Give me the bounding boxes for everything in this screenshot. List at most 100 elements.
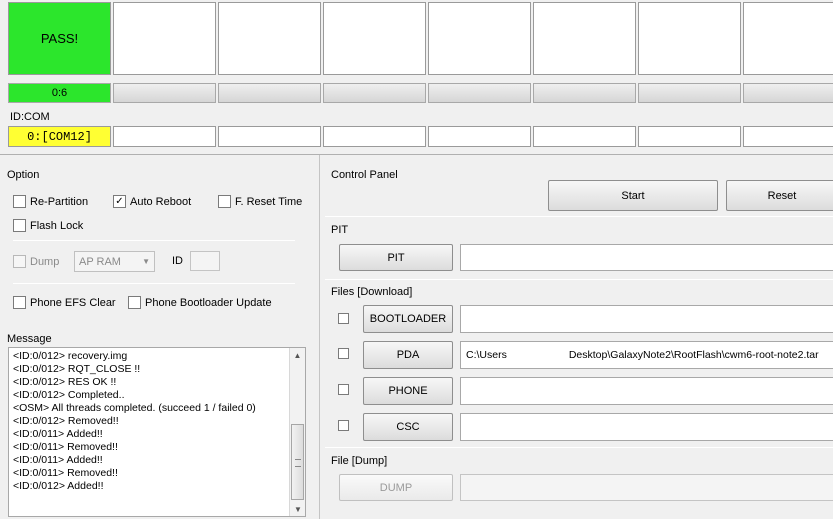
port-status-cell-2 [113, 2, 216, 75]
csc-button[interactable]: CSC [363, 413, 453, 441]
phone-bootloader-update-label: Phone Bootloader Update [145, 296, 272, 309]
com-port-6 [533, 126, 636, 147]
auto-reboot-label: Auto Reboot [130, 195, 192, 208]
com-port-1: 0:[COM12] [8, 126, 111, 147]
dump-path-field [460, 474, 833, 501]
port-status-cell-4 [323, 2, 426, 75]
port-status-cell-7 [638, 2, 741, 75]
port-progress-6 [533, 83, 636, 103]
id-field [190, 251, 220, 271]
dump-type-select: AP RAM ▼ [74, 251, 155, 272]
phone-bootloader-update-option[interactable]: Phone Bootloader Update [128, 296, 272, 309]
port-status-cell-6 [533, 2, 636, 75]
com-port-8 [743, 126, 833, 147]
port-progress-4 [323, 83, 426, 103]
f-reset-time-option[interactable]: F. Reset Time [218, 195, 302, 208]
phone-bootloader-update-checkbox[interactable] [128, 296, 141, 309]
message-scrollbar[interactable]: ▲ ▼ [289, 348, 305, 516]
port-status-cell-1: PASS! [8, 2, 111, 75]
chevron-down-icon: ▼ [142, 257, 150, 266]
port-status-cell-3 [218, 2, 321, 75]
pit-path-field[interactable] [460, 244, 833, 271]
scroll-thumb[interactable] [291, 424, 304, 500]
pda-path-prefix: C:\Users [466, 349, 507, 361]
grip-icon [295, 459, 301, 467]
com-port-4 [323, 126, 426, 147]
progress-label: 0:6 [51, 87, 68, 99]
pda-checkbox[interactable] [338, 348, 349, 359]
pda-path-suffix: Desktop\GalaxyNote2\RootFlash\cwm6-root-… [568, 349, 819, 361]
pda-button[interactable]: PDA [363, 341, 453, 369]
dump-checkbox [13, 255, 26, 268]
com-port-3 [218, 126, 321, 147]
start-button[interactable]: Start [548, 180, 718, 211]
top-divider [0, 154, 833, 155]
message-log[interactable]: <ID:0/012> recovery.img <ID:0/012> RQT_C… [8, 347, 306, 517]
port-progress-1: 0:6 [8, 83, 111, 103]
dump-button: DUMP [339, 474, 453, 501]
control-separator-3 [325, 447, 833, 448]
re-partition-checkbox[interactable] [13, 195, 26, 208]
phone-efs-clear-label: Phone EFS Clear [30, 296, 116, 309]
log-line: <OSM> All threads completed. (succeed 1 … [13, 402, 256, 414]
scroll-up-arrow-icon[interactable]: ▲ [290, 348, 305, 362]
log-line: <ID:0/012> Completed.. [13, 389, 125, 401]
pit-title: PIT [331, 224, 349, 236]
auto-reboot-checkbox[interactable]: ✓ [113, 195, 126, 208]
phone-button[interactable]: PHONE [363, 377, 453, 405]
log-line: <ID:0/011> Added!! [13, 428, 103, 440]
phone-path-field[interactable] [460, 377, 833, 405]
phone-checkbox[interactable] [338, 384, 349, 395]
phone-efs-clear-checkbox[interactable] [13, 296, 26, 309]
bootloader-button[interactable]: BOOTLOADER [363, 305, 453, 333]
port-progress-7 [638, 83, 741, 103]
flash-lock-option[interactable]: Flash Lock [13, 219, 83, 232]
scroll-down-arrow-icon[interactable]: ▼ [290, 502, 305, 516]
log-line: <ID:0/012> RES OK !! [13, 376, 117, 388]
pda-path-field[interactable]: C:\Users Desktop\GalaxyNote2\RootFlash\c… [460, 341, 833, 369]
bootloader-path-field[interactable] [460, 305, 833, 333]
port-status-cell-5 [428, 2, 531, 75]
port-progress-5 [428, 83, 531, 103]
file-dump-title: File [Dump] [331, 455, 388, 467]
bootloader-checkbox[interactable] [338, 313, 349, 324]
auto-reboot-option[interactable]: ✓ Auto Reboot [113, 195, 191, 208]
flash-lock-label: Flash Lock [30, 219, 84, 232]
pass-label: PASS! [40, 31, 79, 46]
log-line: <ID:0/011> Added!! [13, 454, 103, 466]
re-partition-option[interactable]: Re-Partition [13, 195, 88, 208]
re-partition-label: Re-Partition [30, 195, 89, 208]
log-line: <ID:0/012> RQT_CLOSE !! [13, 363, 141, 375]
phone-efs-clear-option[interactable]: Phone EFS Clear [13, 296, 116, 309]
files-download-title: Files [Download] [331, 286, 413, 298]
f-reset-time-checkbox[interactable] [218, 195, 231, 208]
port-status-cell-8 [743, 2, 833, 75]
com-port-value: 0:[COM12] [27, 129, 92, 144]
port-progress-8 [743, 83, 833, 103]
com-port-5 [428, 126, 531, 147]
dump-type-value: AP RAM [79, 255, 121, 268]
log-line: <ID:0/012> recovery.img [13, 350, 128, 362]
port-progress-3 [218, 83, 321, 103]
pit-button[interactable]: PIT [339, 244, 453, 271]
redaction-block [506, 348, 569, 362]
pane-divider [319, 155, 320, 519]
option-title: Option [7, 169, 40, 181]
control-panel-title: Control Panel [331, 169, 398, 181]
csc-checkbox[interactable] [338, 420, 349, 431]
log-line: <ID:0/011> Removed!! [13, 467, 118, 479]
log-line: <ID:0/012> Removed!! [13, 415, 119, 427]
reset-button[interactable]: Reset [726, 180, 833, 211]
f-reset-time-label: F. Reset Time [235, 195, 303, 208]
control-separator-1 [325, 216, 833, 217]
csc-path-field[interactable] [460, 413, 833, 441]
id-label: ID [172, 255, 183, 267]
id-com-label: ID:COM [10, 111, 50, 123]
option-separator-2 [13, 283, 295, 284]
port-progress-2 [113, 83, 216, 103]
dump-label: Dump [30, 255, 60, 268]
dump-option: Dump [13, 255, 59, 268]
flash-lock-checkbox[interactable] [13, 219, 26, 232]
message-lines: <ID:0/012> recovery.img <ID:0/012> RQT_C… [9, 350, 291, 493]
control-separator-2 [325, 279, 833, 280]
